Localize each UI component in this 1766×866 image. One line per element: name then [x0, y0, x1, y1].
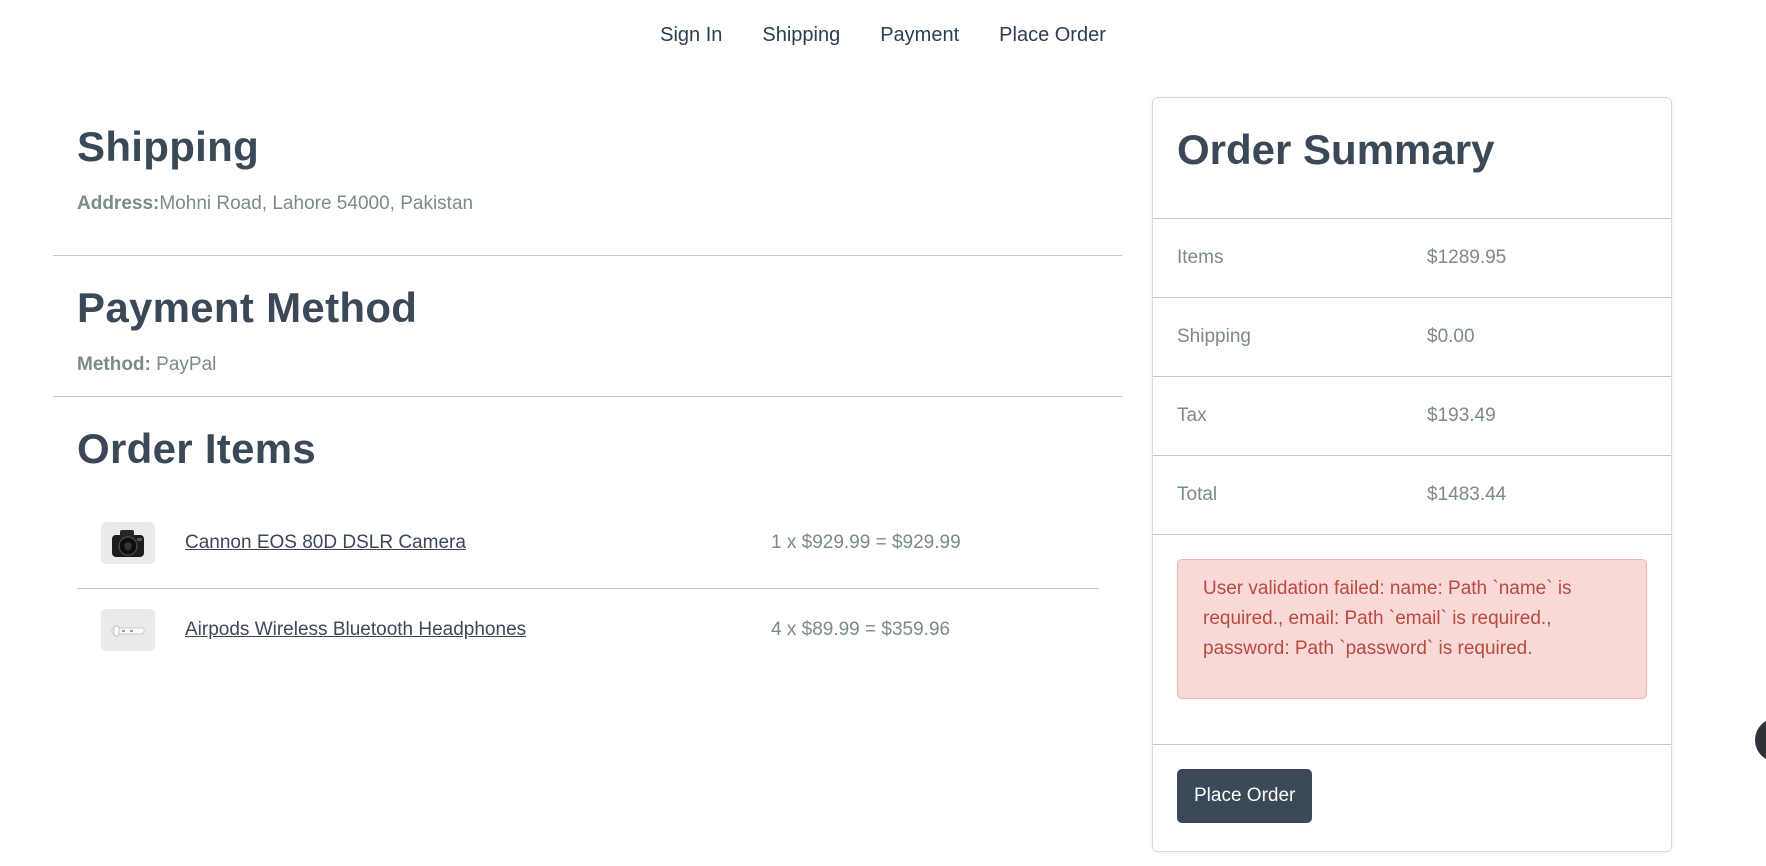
summary-row-items: Items $1289.95	[1153, 219, 1671, 298]
order-summary-card: Order Summary Items $1289.95 Shipping $0…	[1152, 97, 1672, 852]
method-value: PayPal	[156, 354, 217, 375]
step-shipping[interactable]: Shipping	[742, 20, 860, 51]
place-order-button[interactable]: Place Order	[1177, 769, 1313, 823]
shipping-address: Address:Mohni Road, Lahore 54000, Pakist…	[77, 193, 1098, 215]
divider	[53, 255, 1122, 256]
address-label: Address:	[77, 193, 160, 214]
payment-section: Payment Method Method: PayPal	[53, 284, 1122, 376]
summary-row-tax: Tax $193.49	[1153, 377, 1671, 456]
camera-icon	[101, 521, 155, 564]
order-items-title: Order Items	[77, 425, 317, 472]
airpods-icon	[101, 609, 155, 651]
list-item: Cannon EOS 80D DSLR Camera 1 x $929.99 =…	[77, 497, 1099, 588]
summary-label: Tax	[1177, 405, 1207, 426]
summary-value: $1483.44	[1427, 484, 1507, 505]
summary-row-shipping: Shipping $0.00	[1153, 298, 1671, 377]
shipping-section: Shipping Address:Mohni Road, Lahore 5400…	[53, 123, 1122, 215]
list-item: Airpods Wireless Bluetooth Headphones 4 …	[77, 588, 1099, 671]
item-price: 4 x $89.99 = $359.96	[771, 619, 951, 640]
floating-widget-button[interactable]	[1755, 718, 1766, 762]
error-section: User validation failed: name: Path `name…	[1153, 535, 1671, 745]
summary-value: $193.49	[1427, 405, 1496, 426]
summary-row-total: Total $1483.44	[1153, 456, 1671, 535]
order-details: Shipping Address:Mohni Road, Lahore 5400…	[53, 97, 1122, 671]
summary-label: Items	[1177, 247, 1224, 268]
address-value: Mohni Road, Lahore 54000, Pakistan	[159, 193, 474, 214]
step-payment[interactable]: Payment	[860, 20, 979, 51]
item-link[interactable]: Cannon EOS 80D DSLR Camera	[185, 532, 771, 554]
summary-label: Shipping	[1177, 326, 1251, 347]
summary-label: Total	[1177, 484, 1218, 505]
step-place-order[interactable]: Place Order	[979, 20, 1126, 51]
checkout-steps: Sign In Shipping Payment Place Order	[0, 20, 1766, 51]
summary-value: $0.00	[1427, 326, 1475, 347]
method-label: Method:	[77, 354, 151, 375]
shipping-title: Shipping	[77, 123, 260, 170]
payment-title: Payment Method	[77, 284, 418, 331]
error-alert: User validation failed: name: Path `name…	[1177, 559, 1647, 699]
order-items-section: Order Items Cannon EOS 80D DSLR Camera 1…	[53, 425, 1122, 671]
place-order-section: Place Order	[1153, 745, 1671, 823]
step-sign-in[interactable]: Sign In	[640, 20, 742, 51]
order-items-list: Cannon EOS 80D DSLR Camera 1 x $929.99 =…	[77, 497, 1099, 671]
order-summary-title: Order Summary	[1177, 126, 1495, 173]
order-summary-header: Order Summary	[1153, 98, 1671, 219]
divider	[53, 396, 1122, 397]
item-price: 1 x $929.99 = $929.99	[771, 531, 961, 553]
payment-method: Method: PayPal	[77, 354, 1098, 376]
summary-value: $1289.95	[1427, 247, 1507, 268]
item-link[interactable]: Airpods Wireless Bluetooth Headphones	[185, 619, 771, 641]
